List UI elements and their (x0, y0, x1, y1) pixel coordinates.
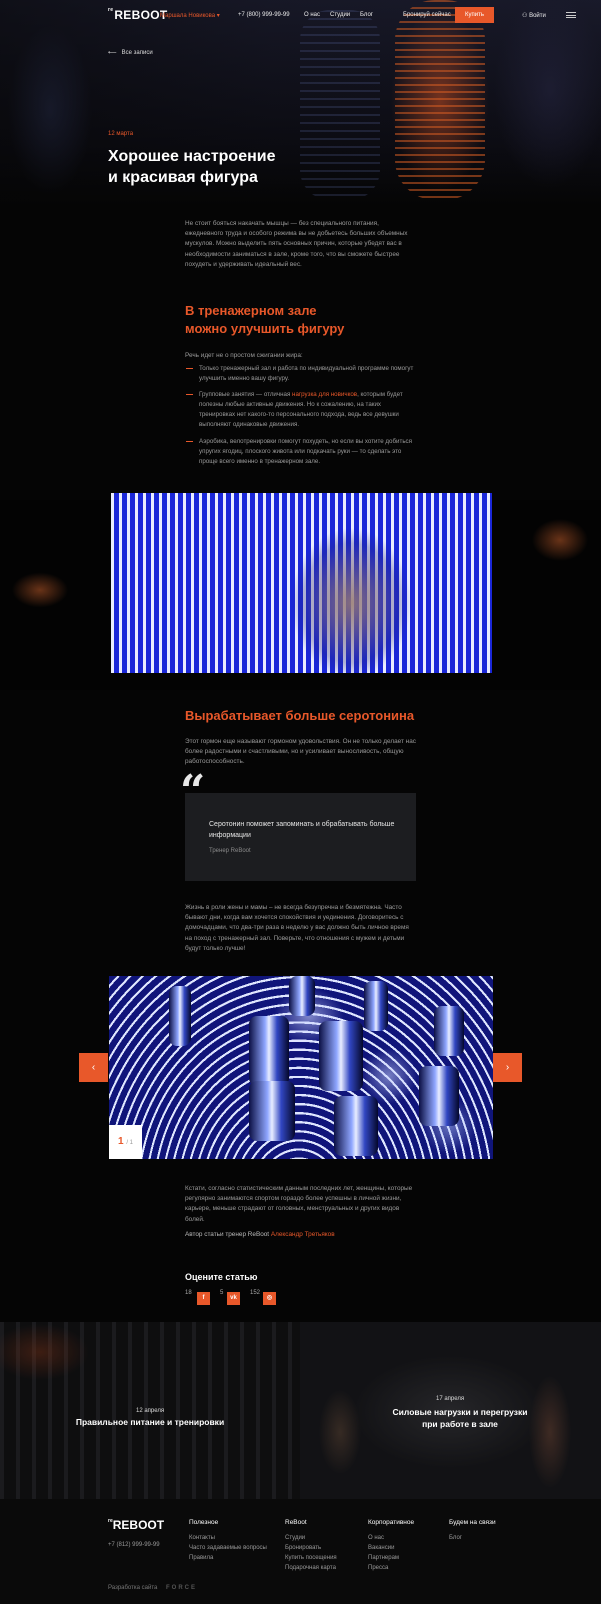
footer-link[interactable]: Подарочная карта (285, 1565, 336, 1571)
related-date: 17 апреля (436, 1396, 465, 1402)
footer-link[interactable]: Контакты (189, 1535, 215, 1541)
vk-icon[interactable]: vk (227, 1292, 240, 1305)
section-heading-serotonin: Вырабатывает больше серотонина (185, 708, 415, 723)
login-link[interactable]: ⚇ Войти (522, 12, 546, 19)
footer-logo[interactable]: reREBOOT (108, 1518, 164, 1532)
nav-blog[interactable]: Блог (360, 12, 373, 18)
city-select[interactable]: Маршала Новикова ▾ (160, 12, 220, 19)
paragraph: Этот гормон еще называют гормоном удовол… (185, 738, 416, 766)
article-author: Автор статьи тренер ReBoot Александр Тре… (185, 1231, 335, 1238)
vk-count: 5 (220, 1290, 224, 1296)
footer-link[interactable]: Блог (449, 1535, 462, 1541)
list-lead: Речь идет не о простом сжигании жира: (185, 352, 303, 359)
facebook-icon[interactable]: f (197, 1292, 210, 1305)
buy-button[interactable]: Купить (455, 7, 494, 23)
ig-count: 152 (250, 1290, 261, 1296)
article-image (111, 493, 492, 673)
footer (0, 1499, 601, 1604)
list-item: Только тренажерный зал и работа по индив… (186, 364, 417, 384)
quote-text: Серотонин поможет запоминать и обрабатыв… (209, 821, 395, 839)
related-title[interactable]: Силовые нагрузки и перегрузки при работе… (380, 1406, 540, 1430)
nav-about[interactable]: О нас (304, 12, 320, 18)
book-now-link[interactable]: Бронируй сейчас (403, 12, 451, 18)
slider-prev-button[interactable]: ‹ (79, 1053, 108, 1082)
footer-link[interactable]: Вакансии (368, 1545, 394, 1551)
slider-pager: 1 / 1 (109, 1125, 142, 1159)
user-icon: ⚇ (522, 13, 528, 19)
footer-link[interactable]: Купить посещения (285, 1555, 337, 1561)
related-title[interactable]: Правильное питание и тренировки (70, 1416, 230, 1428)
paragraph: Жизнь в роли жены и мамы – не всегда без… (185, 904, 409, 952)
article-intro: Не стоит бояться накачать мышцы — без сп… (185, 220, 408, 268)
footer-col-title: Корпоративное (368, 1519, 415, 1526)
header-phone[interactable]: +7 (800) 999-99-99 (238, 12, 290, 18)
rating-title: Оцените статью (185, 1272, 258, 1282)
article-date: 12 марта (108, 131, 134, 137)
logo[interactable]: reREBOOT (108, 8, 167, 23)
menu-icon[interactable] (566, 12, 576, 18)
fb-count: 18 (185, 1290, 192, 1296)
image-slider[interactable] (109, 976, 493, 1159)
footer-link[interactable]: Часто задаваемые вопросы (189, 1545, 267, 1551)
footer-link[interactable]: О нас (368, 1535, 384, 1541)
footer-col-title: Будем на связи (449, 1519, 496, 1526)
page-title: Хорошее настроение и красивая фигура (108, 148, 276, 186)
footer-link[interactable]: Студии (285, 1535, 305, 1541)
footer-phone[interactable]: +7 (812) 999-99-99 (108, 1542, 160, 1548)
quote-author: Тренер ReBoot (209, 848, 251, 854)
footer-link[interactable]: Правила (189, 1555, 213, 1561)
arrow-left-icon: ⟵ (108, 50, 117, 56)
developer-logo[interactable]: FORCE (166, 1585, 197, 1591)
quote-icon: “ (180, 766, 206, 817)
footer-col-title: ReBoot (285, 1519, 307, 1526)
back-link[interactable]: ⟵ Все записи (108, 49, 153, 56)
beginners-link[interactable]: нагрузка для новичков (292, 391, 357, 398)
list-item: Аэробика, велотренировки помогут похудет… (186, 437, 417, 467)
paragraph: Кстати, согласно статистическим данным п… (185, 1185, 413, 1223)
section-heading: В тренажерном зале можно улучшить фигуру (185, 303, 345, 336)
instagram-icon[interactable]: ◎ (263, 1292, 276, 1305)
nav-studios[interactable]: Студии (330, 12, 350, 18)
footer-link[interactable]: Партнерам (368, 1555, 399, 1561)
slider-next-button[interactable]: › (493, 1053, 522, 1082)
footer-link[interactable]: Пресса (368, 1565, 388, 1571)
footer-col-title: Полезное (189, 1519, 219, 1526)
top-nav: reREBOOT Маршала Новикова ▾ +7 (800) 999… (0, 0, 601, 30)
footer-link[interactable]: Бронировать (285, 1545, 321, 1551)
author-link[interactable]: Александр Третьяков (271, 1231, 335, 1238)
related-date: 12 апреля (136, 1408, 165, 1414)
developer-label: Разработка сайта (108, 1585, 158, 1591)
list-item: Групповые занятия — отличная нагрузка дл… (186, 390, 417, 430)
